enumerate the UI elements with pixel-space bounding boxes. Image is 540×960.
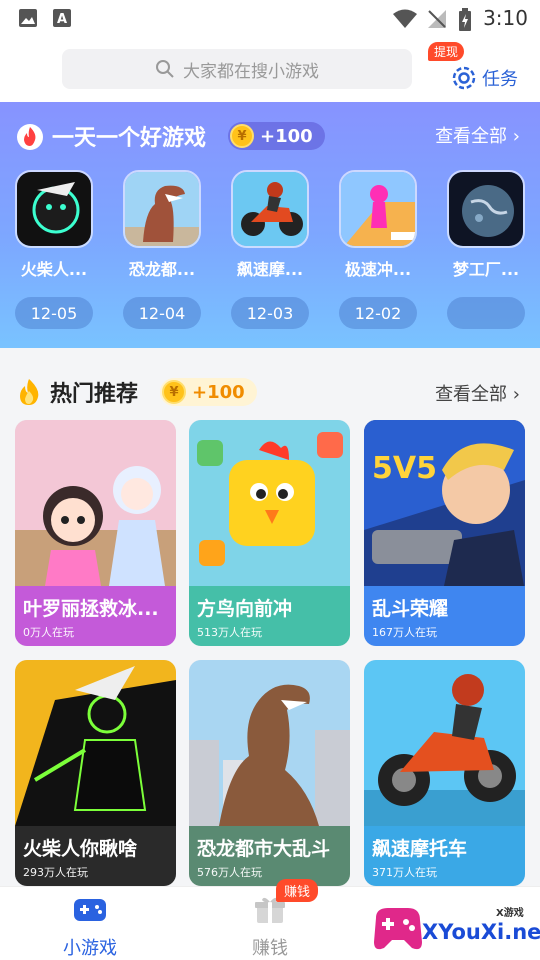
watermark-small-text: X游戏 bbox=[496, 908, 524, 919]
coin-icon: ¥ bbox=[230, 124, 255, 148]
earn-badge: 赚钱 bbox=[276, 879, 319, 902]
hot-title: 热门推荐 bbox=[50, 382, 139, 407]
card-players: 513万人在玩 bbox=[197, 626, 262, 639]
daily-header: 一天一个好游戏 ¥ +100 bbox=[16, 120, 325, 152]
nav-earn[interactable]: 赚钱 bbox=[210, 895, 330, 960]
daily-game-name: 恐龙都... bbox=[128, 260, 196, 279]
card-footer: 火柴人你瞅啥 293万人在玩 bbox=[15, 826, 176, 886]
game-card[interactable]: 5V5 乱斗荣耀 167万人在玩 bbox=[364, 420, 525, 646]
search-input[interactable]: 大家都在搜小游戏 bbox=[62, 49, 412, 89]
card-title: 乱斗荣耀 bbox=[372, 598, 449, 620]
card-title: 叶罗丽拯救冰... bbox=[23, 598, 159, 620]
daily-game-name: 极速冲... bbox=[344, 260, 412, 279]
game-card[interactable]: 方鸟向前冲 513万人在玩 bbox=[189, 420, 350, 646]
fang-niao-cover bbox=[189, 420, 350, 586]
luan-dou-cover: 5V5 bbox=[364, 420, 525, 586]
planet-game-icon bbox=[447, 170, 525, 248]
dinosaur-city-cover bbox=[189, 660, 350, 826]
hot-coin-amount: +100 bbox=[192, 381, 245, 403]
dinosaur-game-icon bbox=[123, 170, 201, 248]
card-players: 576万人在玩 bbox=[197, 866, 262, 879]
card-title: 恐龙都市大乱斗 bbox=[197, 838, 331, 860]
daily-game-item[interactable]: 恐龙都... 12-04 bbox=[123, 170, 201, 329]
stickman-cover bbox=[15, 660, 176, 826]
status-bar: A 3:10 bbox=[0, 0, 540, 36]
daily-game-date: 12-02 bbox=[339, 297, 417, 329]
search-icon bbox=[156, 60, 174, 78]
card-title: 方鸟向前冲 bbox=[197, 598, 293, 620]
svg-text:5V5: 5V5 bbox=[372, 451, 437, 486]
daily-game-item[interactable]: 飙速摩... 12-03 bbox=[231, 170, 309, 329]
daily-game-item[interactable]: 极速冲... 12-02 bbox=[339, 170, 417, 329]
daily-title: 一天一个好游戏 bbox=[52, 126, 207, 151]
daily-game-name: 梦工厂... bbox=[452, 260, 520, 279]
chevron-right-icon: › bbox=[512, 384, 520, 405]
daily-game-name: 飙速摩... bbox=[236, 260, 304, 279]
wifi-icon bbox=[393, 9, 417, 28]
card-players: 371万人在玩 bbox=[372, 866, 437, 879]
card-footer: 恐龙都市大乱斗 576万人在玩 bbox=[189, 826, 350, 886]
hot-coin-reward: ¥ +100 bbox=[160, 378, 257, 406]
flame-icon bbox=[20, 379, 39, 405]
daily-game-date: 12-05 bbox=[15, 297, 93, 329]
daily-view-all-link[interactable]: 查看全部 › bbox=[435, 122, 520, 148]
watermark-gamepad-icon bbox=[374, 908, 422, 950]
daily-game-section: 一天一个好游戏 ¥ +100 查看全部 › 火柴人... 12-05 恐龙都..… bbox=[0, 102, 540, 348]
svg-text:A: A bbox=[57, 12, 67, 27]
daily-game-item[interactable]: 梦工厂... bbox=[447, 170, 525, 329]
card-players: 167万人在玩 bbox=[372, 626, 437, 639]
font-notification-icon: A bbox=[53, 9, 71, 27]
no-signal-icon bbox=[428, 10, 446, 28]
daily-game-date: 12-03 bbox=[231, 297, 309, 329]
clock: 3:10 bbox=[483, 6, 528, 30]
withdraw-badge: 提现 bbox=[428, 42, 465, 61]
fire-icon bbox=[17, 124, 43, 150]
daily-game-date: 12-04 bbox=[123, 297, 201, 329]
card-footer: 飙速摩托车 371万人在玩 bbox=[364, 826, 525, 886]
motorbike-game-icon bbox=[231, 170, 309, 248]
card-footer: 乱斗荣耀 167万人在玩 bbox=[364, 586, 525, 646]
game-card[interactable]: 火柴人你瞅啥 293万人在玩 bbox=[15, 660, 176, 886]
nav-mini-games[interactable]: 小游戏 bbox=[30, 895, 150, 960]
nav-earn-label: 赚钱 bbox=[252, 938, 288, 959]
card-title: 火柴人你瞅啥 bbox=[23, 838, 138, 860]
image-notification-icon bbox=[19, 9, 37, 27]
card-players: 293万人在玩 bbox=[23, 866, 88, 879]
hot-header: 热门推荐 ¥ +100 bbox=[16, 376, 257, 408]
game-card[interactable]: 飙速摩托车 371万人在玩 bbox=[364, 660, 525, 886]
game-card[interactable]: 恐龙都市大乱斗 576万人在玩 bbox=[189, 660, 350, 886]
daily-coin-reward: ¥ +100 bbox=[228, 122, 325, 150]
watermark-logo: X游戏 XYouXi.net bbox=[368, 894, 540, 960]
daily-game-name: 火柴人... bbox=[20, 260, 88, 279]
watermark-text: XYouXi.net bbox=[422, 920, 540, 944]
hot-view-all-label: 查看全部 bbox=[435, 384, 508, 405]
hot-section-header: 热门推荐 ¥ +100 查看全部 › bbox=[0, 358, 540, 418]
daily-game-date bbox=[447, 297, 525, 329]
daily-coin-amount: +100 bbox=[260, 125, 313, 147]
card-footer: 叶罗丽拯救冰... 0万人在玩 bbox=[15, 586, 176, 646]
daily-game-item[interactable]: 火柴人... 12-05 bbox=[15, 170, 93, 329]
game-card[interactable]: 叶罗丽拯救冰... 0万人在玩 bbox=[15, 420, 176, 646]
nav-mini-games-label: 小游戏 bbox=[63, 938, 117, 959]
battery-charging-icon bbox=[459, 8, 471, 31]
top-bar: 大家都在搜小游戏 提现 任务 bbox=[0, 36, 540, 102]
daily-view-all-label: 查看全部 bbox=[435, 126, 508, 147]
task-label: 任务 bbox=[482, 69, 518, 90]
card-players: 0万人在玩 bbox=[23, 626, 74, 639]
gamepad-icon bbox=[74, 899, 106, 921]
task-button[interactable]: 任务 bbox=[450, 64, 518, 92]
card-title: 飙速摩托车 bbox=[372, 838, 468, 860]
gear-icon bbox=[452, 66, 476, 90]
chevron-right-icon: › bbox=[512, 126, 520, 147]
card-footer: 方鸟向前冲 513万人在玩 bbox=[189, 586, 350, 646]
hot-view-all-link[interactable]: 查看全部 › bbox=[435, 380, 520, 406]
motorbike-cover bbox=[364, 660, 525, 826]
stickman-game-icon bbox=[15, 170, 93, 248]
ye-luo-li-cover bbox=[15, 420, 176, 586]
search-placeholder: 大家都在搜小游戏 bbox=[183, 61, 319, 82]
speed-run-game-icon bbox=[339, 170, 417, 248]
coin-icon: ¥ bbox=[162, 380, 187, 404]
